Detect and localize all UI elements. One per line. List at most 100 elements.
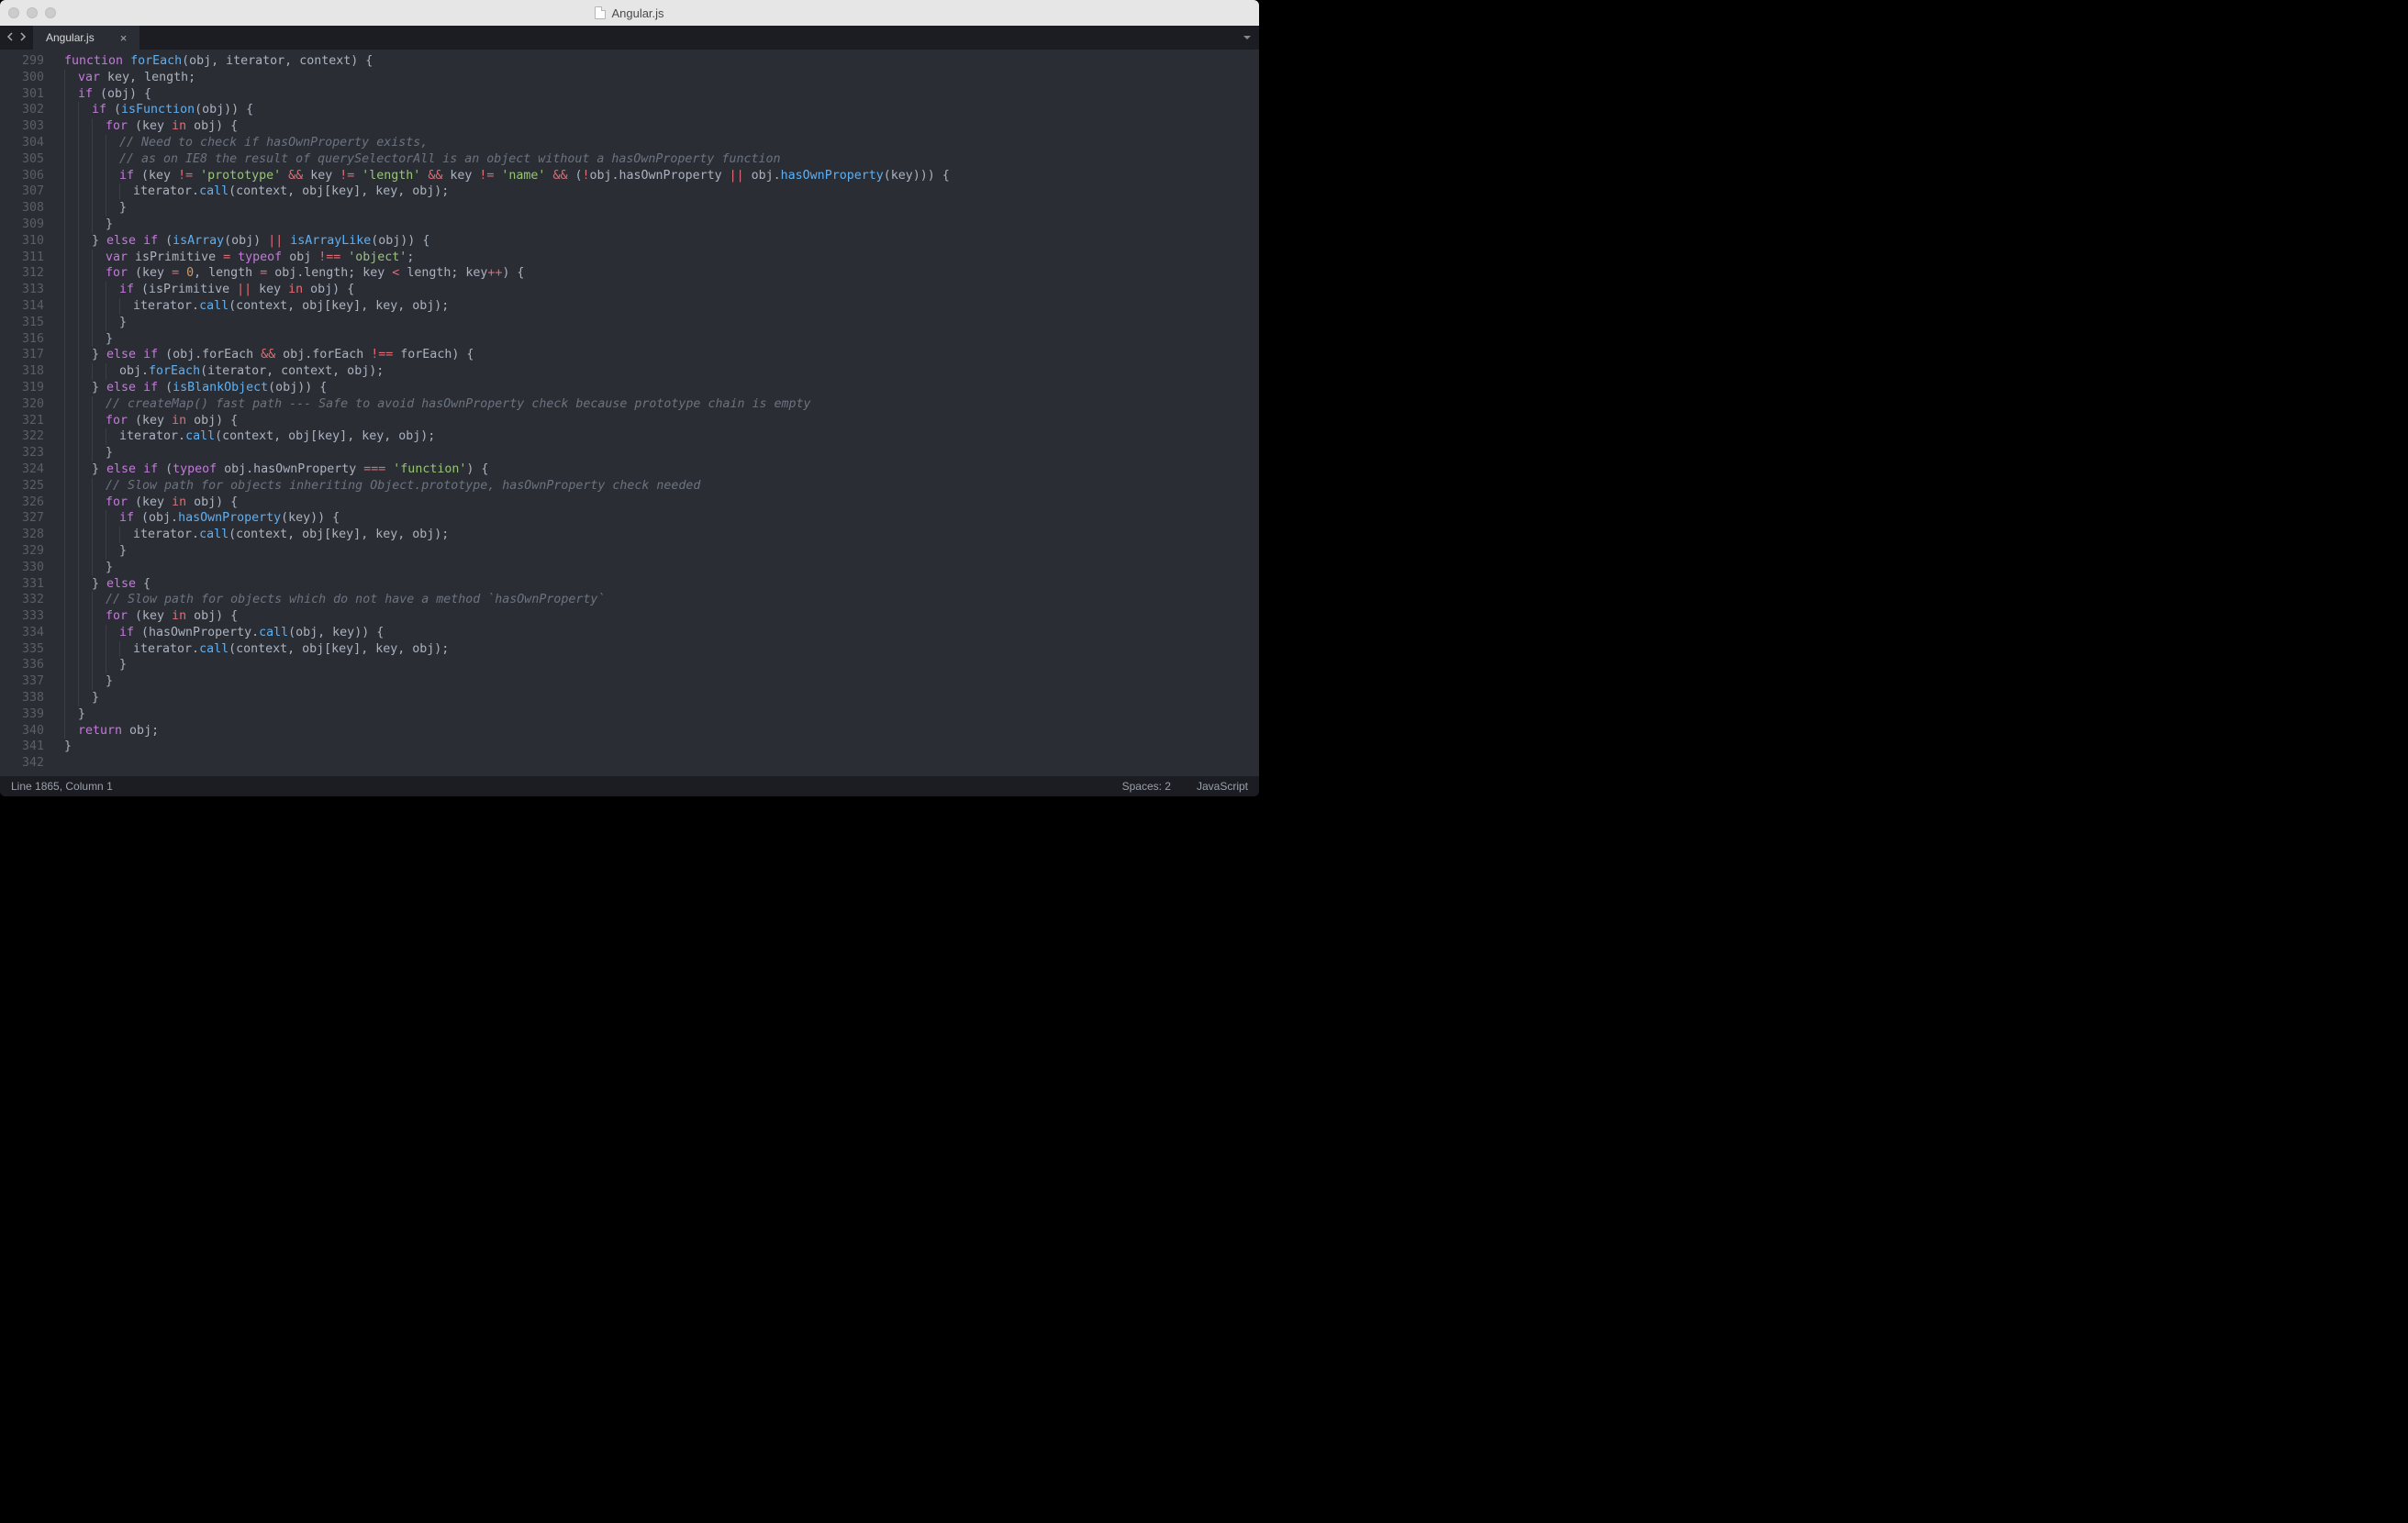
code-line[interactable]: if (isFunction(obj)) { xyxy=(53,102,1259,118)
tab-close-icon[interactable]: × xyxy=(120,32,128,44)
line-number: 300 xyxy=(0,70,44,86)
editor-area[interactable]: 2993003013023033043053063073083093103113… xyxy=(0,50,1259,776)
titlebar: Angular.js xyxy=(0,0,1259,26)
code-line[interactable]: if (hasOwnProperty.call(obj, key)) { xyxy=(53,625,1259,641)
code-line[interactable]: } else { xyxy=(53,576,1259,593)
line-number: 341 xyxy=(0,739,44,755)
code-line[interactable]: } xyxy=(53,543,1259,560)
editor-window: Angular.js Angular.js × 2993003013023033… xyxy=(0,0,1259,796)
code-line[interactable]: } xyxy=(53,560,1259,576)
code-line[interactable]: } xyxy=(53,739,1259,755)
line-number: 305 xyxy=(0,151,44,168)
code-line[interactable]: for (key in obj) { xyxy=(53,413,1259,429)
code-line[interactable]: var isPrimitive = typeof obj !== 'object… xyxy=(53,250,1259,266)
tab-overflow-button[interactable] xyxy=(1235,26,1259,50)
line-number: 339 xyxy=(0,706,44,723)
line-number: 323 xyxy=(0,445,44,461)
nav-arrows xyxy=(0,26,33,50)
code-line[interactable]: } xyxy=(53,217,1259,233)
line-number: 307 xyxy=(0,183,44,200)
code-line[interactable]: obj.forEach(iterator, context, obj); xyxy=(53,363,1259,380)
code-line[interactable] xyxy=(53,755,1259,772)
code-line[interactable]: iterator.call(context, obj[key], key, ob… xyxy=(53,527,1259,543)
line-number: 331 xyxy=(0,576,44,593)
line-number: 299 xyxy=(0,53,44,70)
code-line[interactable]: } else if (isBlankObject(obj)) { xyxy=(53,380,1259,396)
code-line[interactable]: } xyxy=(53,673,1259,690)
line-number: 320 xyxy=(0,396,44,413)
line-number: 313 xyxy=(0,282,44,298)
code-line[interactable]: iterator.call(context, obj[key], key, ob… xyxy=(53,298,1259,315)
code-line[interactable]: function forEach(obj, iterator, context)… xyxy=(53,53,1259,70)
line-number: 314 xyxy=(0,298,44,315)
line-number: 337 xyxy=(0,673,44,690)
code-line[interactable]: // Slow path for objects which do not ha… xyxy=(53,592,1259,608)
nav-back-button[interactable] xyxy=(6,29,15,46)
code-line[interactable]: for (key = 0, length = obj.length; key <… xyxy=(53,265,1259,282)
code-line[interactable]: iterator.call(context, obj[key], key, ob… xyxy=(53,641,1259,658)
line-number: 327 xyxy=(0,510,44,527)
language-mode[interactable]: JavaScript xyxy=(1197,780,1248,793)
line-number: 322 xyxy=(0,428,44,445)
code-line[interactable]: } xyxy=(53,690,1259,706)
code-line[interactable]: } xyxy=(53,445,1259,461)
code-line[interactable]: } else if (isArray(obj) || isArrayLike(o… xyxy=(53,233,1259,250)
line-number: 306 xyxy=(0,168,44,184)
line-number: 302 xyxy=(0,102,44,118)
code-line[interactable]: if (obj) { xyxy=(53,86,1259,103)
line-number: 303 xyxy=(0,118,44,135)
code-line[interactable]: iterator.call(context, obj[key], key, ob… xyxy=(53,183,1259,200)
code-line[interactable]: if (isPrimitive || key in obj) { xyxy=(53,282,1259,298)
nav-forward-button[interactable] xyxy=(18,29,28,46)
code-line[interactable]: } else if (obj.forEach && obj.forEach !=… xyxy=(53,347,1259,363)
line-number: 317 xyxy=(0,347,44,363)
code-line[interactable]: } xyxy=(53,706,1259,723)
line-number: 329 xyxy=(0,543,44,560)
code-line[interactable]: } xyxy=(53,331,1259,348)
code-line[interactable]: } xyxy=(53,315,1259,331)
line-number: 319 xyxy=(0,380,44,396)
code-line[interactable]: // as on IE8 the result of querySelector… xyxy=(53,151,1259,168)
line-number: 328 xyxy=(0,527,44,543)
code-line[interactable]: } xyxy=(53,657,1259,673)
code-line[interactable]: for (key in obj) { xyxy=(53,118,1259,135)
code-line[interactable]: } xyxy=(53,200,1259,217)
indent-setting[interactable]: Spaces: 2 xyxy=(1122,780,1171,793)
line-number: 308 xyxy=(0,200,44,217)
tab-angular-js[interactable]: Angular.js × xyxy=(33,26,139,50)
code-line[interactable]: iterator.call(context, obj[key], key, ob… xyxy=(53,428,1259,445)
code-line[interactable]: // createMap() fast path --- Safe to avo… xyxy=(53,396,1259,413)
line-number: 335 xyxy=(0,641,44,658)
line-number: 311 xyxy=(0,250,44,266)
tab-label: Angular.js xyxy=(46,31,95,44)
line-number: 324 xyxy=(0,461,44,478)
line-number: 321 xyxy=(0,413,44,429)
window-title: Angular.js xyxy=(0,6,1259,20)
code-line[interactable]: var key, length; xyxy=(53,70,1259,86)
file-icon xyxy=(595,6,606,19)
line-number: 336 xyxy=(0,657,44,673)
line-number: 342 xyxy=(0,755,44,772)
line-number: 301 xyxy=(0,86,44,103)
status-bar: Line 1865, Column 1 Spaces: 2 JavaScript xyxy=(0,776,1259,796)
line-number: 318 xyxy=(0,363,44,380)
code-line[interactable]: return obj; xyxy=(53,723,1259,739)
window-title-text: Angular.js xyxy=(611,6,663,20)
code-content[interactable]: function forEach(obj, iterator, context)… xyxy=(53,50,1259,776)
code-line[interactable]: for (key in obj) { xyxy=(53,495,1259,511)
code-line[interactable]: // Need to check if hasOwnProperty exist… xyxy=(53,135,1259,151)
cursor-position[interactable]: Line 1865, Column 1 xyxy=(11,780,113,793)
line-number-gutter: 2993003013023033043053063073083093103113… xyxy=(0,50,53,776)
code-line[interactable]: if (obj.hasOwnProperty(key)) { xyxy=(53,510,1259,527)
line-number: 316 xyxy=(0,331,44,348)
line-number: 315 xyxy=(0,315,44,331)
line-number: 340 xyxy=(0,723,44,739)
line-number: 332 xyxy=(0,592,44,608)
code-line[interactable]: } else if (typeof obj.hasOwnProperty ===… xyxy=(53,461,1259,478)
line-number: 312 xyxy=(0,265,44,282)
code-line[interactable]: for (key in obj) { xyxy=(53,608,1259,625)
code-line[interactable]: // Slow path for objects inheriting Obje… xyxy=(53,478,1259,495)
line-number: 338 xyxy=(0,690,44,706)
code-line[interactable]: if (key != 'prototype' && key != 'length… xyxy=(53,168,1259,184)
line-number: 310 xyxy=(0,233,44,250)
